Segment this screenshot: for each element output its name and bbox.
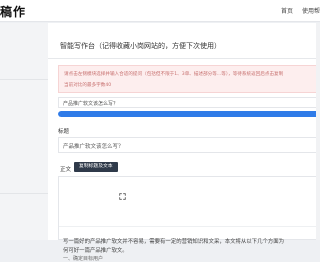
brand-title: 稿作 xyxy=(0,5,27,19)
editor-toolbar xyxy=(59,177,319,227)
prompt-input-value: 产品推广软文该怎么写？ xyxy=(63,101,119,107)
editor-heading: 一、确定目标用户 xyxy=(63,256,104,262)
nav-help-link[interactable]: 使用帮 xyxy=(302,6,320,15)
title-divider xyxy=(48,58,320,59)
sidebar xyxy=(0,23,48,240)
alert-text: 请点击左侧模块选择并输入合适的提问（包括但不限于1、3单、描述部分等...等），… xyxy=(64,72,284,77)
copy-title-and-text-button[interactable]: 复制标题及文本 xyxy=(74,162,118,172)
sidebar-divider xyxy=(0,79,48,80)
rich-text-editor[interactable]: 写一篇好的产品推广软文并不容易，需要有一定的营销知识和文采，本文将从以下几个方面… xyxy=(58,176,320,262)
page-scrollbar[interactable] xyxy=(316,23,320,240)
sidebar-divider xyxy=(0,193,48,194)
title-input[interactable]: 产品推广软文该怎么写？ xyxy=(58,137,320,153)
nav-home-link[interactable]: 首页 xyxy=(281,6,293,15)
body-label: 正文 xyxy=(60,167,72,173)
progress-bar xyxy=(58,111,320,117)
notice-alert: 请点击左侧模块选择并输入合适的提问（包括但不限于1、3单、描述部分等...等），… xyxy=(58,65,320,93)
editor-paragraph: 写一篇好的产品推广软文并不容易，需要有一定的营销知识和文采，本文将从以下几个方面… xyxy=(63,239,285,245)
title-input-value: 产品推广软文该怎么写？ xyxy=(63,144,124,150)
main-content: 智能写作台（记得收藏小岗网站的，方便下次使用） 请点击左侧模块选择并输入合适的提… xyxy=(48,23,320,262)
title-label: 标题 xyxy=(58,129,70,135)
top-bar: 稿作 首页 使用帮 xyxy=(0,0,320,22)
alert-text: 当前对比的最多字数40 xyxy=(64,83,112,88)
prompt-input[interactable]: 产品推广软文该怎么写？ xyxy=(58,97,320,108)
fullscreen-icon[interactable] xyxy=(119,193,126,200)
editor-paragraph: 何可好一篇产品推广软文。 xyxy=(63,248,128,254)
page-title: 智能写作台（记得收藏小岗网站的，方便下次使用） xyxy=(60,42,221,50)
progress-bar-fill xyxy=(58,111,320,117)
